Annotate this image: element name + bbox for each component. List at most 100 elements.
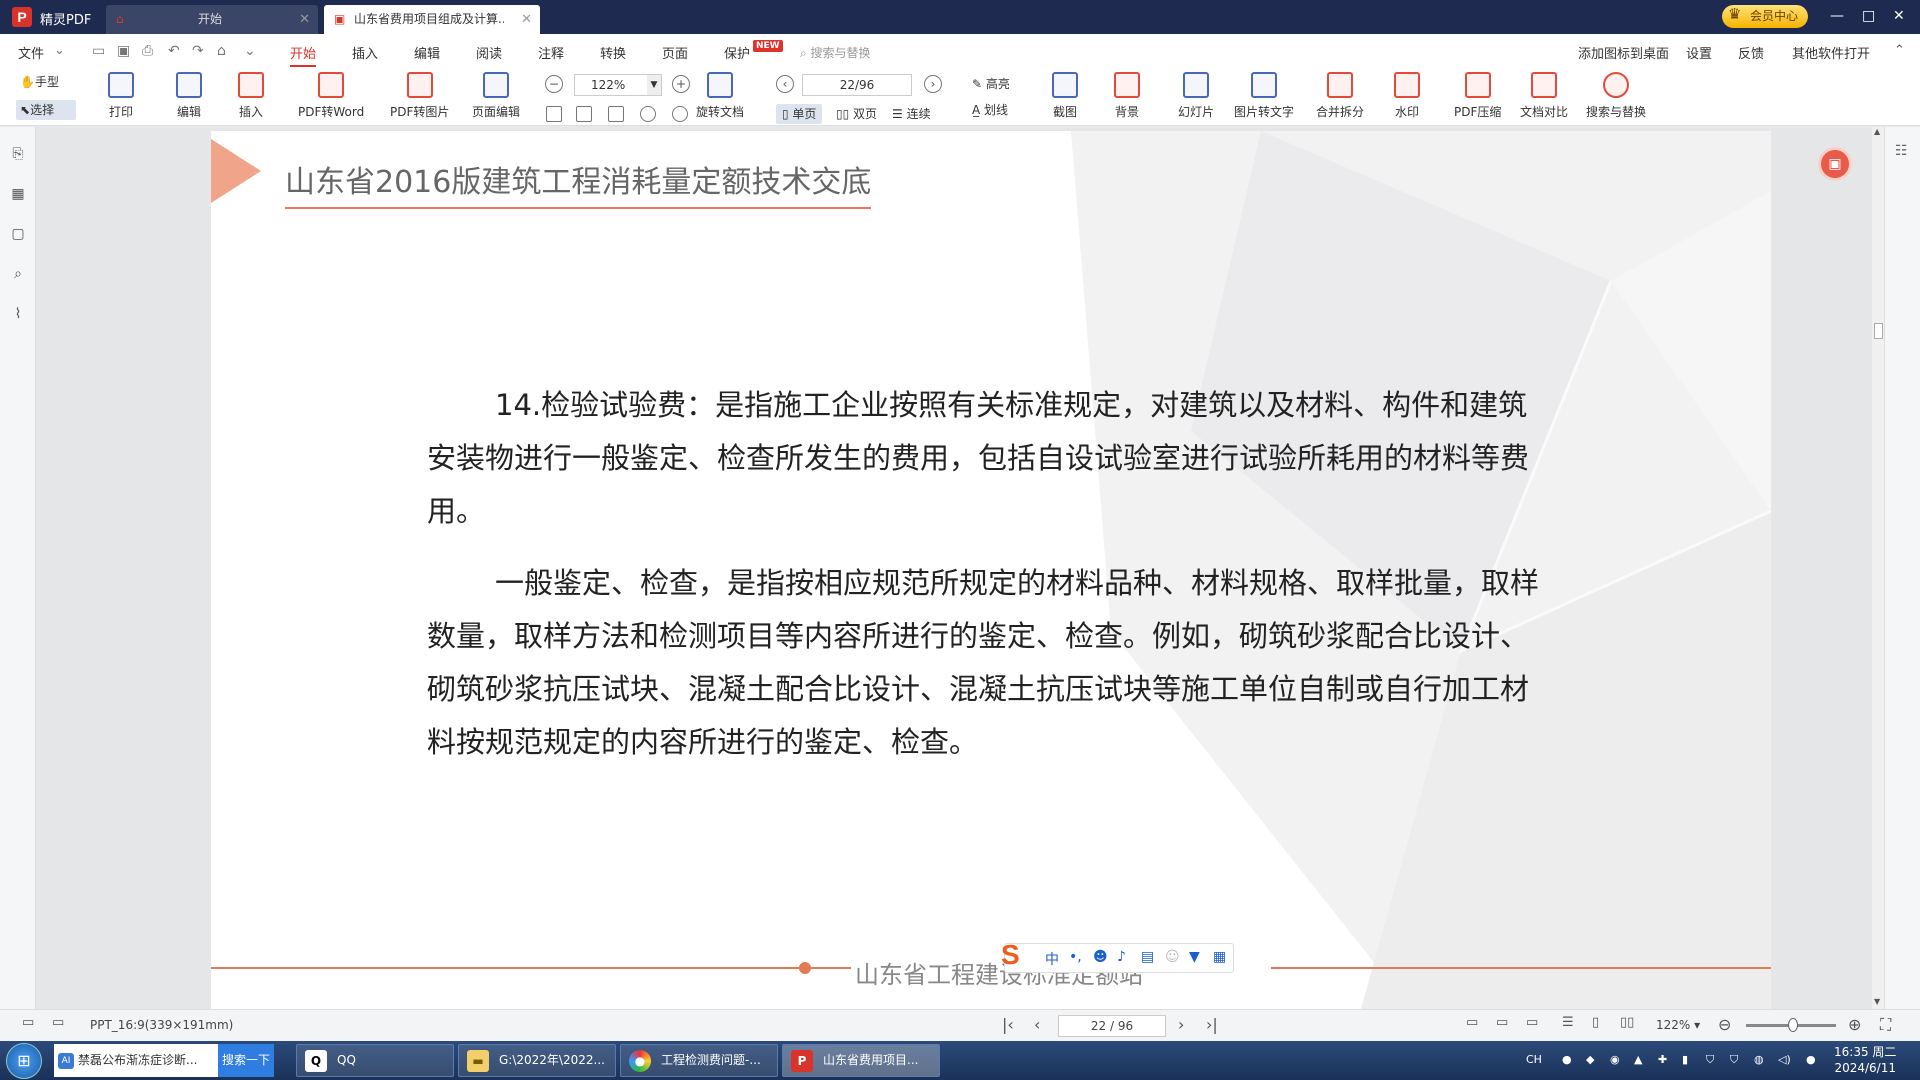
vertical-scrollbar[interactable]: ▲ ▼ [1872, 127, 1884, 1009]
insert-button[interactable]: 插入 [238, 72, 264, 120]
open-folder-icon[interactable]: ▭ [92, 43, 105, 59]
edit-button[interactable]: 编辑 [176, 72, 202, 120]
tray-app-icon[interactable]: ▲ [1634, 1053, 1642, 1066]
tray-app-icon[interactable]: ✚ [1658, 1053, 1667, 1066]
tray-app-icon[interactable]: ◉ [1610, 1053, 1620, 1066]
start-button[interactable]: ⊞ [6, 1043, 42, 1079]
page-edit-button[interactable]: 页面编辑 [472, 72, 520, 120]
continuous-button[interactable]: ☰ 连续 [892, 104, 931, 124]
taskbar-app-qq[interactable]: Q QQ [296, 1044, 454, 1077]
search-icon[interactable]: ⌕ [9, 265, 27, 283]
page-number-input[interactable]: 22/96 [802, 74, 912, 96]
next-page-icon[interactable]: › [924, 75, 942, 93]
underline-button[interactable]: A̲ 划线 [972, 100, 1008, 120]
fullscreen-icon[interactable]: ⛶ [1880, 1015, 1891, 1035]
settings-link[interactable]: 设置 [1686, 43, 1712, 62]
fit-width-icon[interactable] [576, 106, 592, 122]
fit-page-icon[interactable] [546, 106, 562, 122]
save-icon[interactable]: ▣ [117, 43, 130, 59]
menu-file[interactable]: 文件 [18, 43, 44, 62]
properties-icon[interactable]: ☷ [1895, 143, 1908, 159]
highlight-button[interactable]: ✎ 高亮 [972, 74, 1010, 94]
keyboard-icon[interactable]: ▤ [1141, 949, 1154, 965]
next-page-icon[interactable]: › [1178, 1015, 1184, 1034]
attachment-icon[interactable]: ⌇ [9, 305, 27, 323]
user-icon[interactable]: ☺ [1165, 949, 1180, 965]
merge-split-button[interactable]: 合并拆分 [1316, 72, 1364, 120]
hand-tool-button[interactable]: ✋手型 [16, 72, 76, 92]
print-button[interactable]: 打印 [108, 72, 134, 120]
security-shield-icon[interactable]: ⛉ [1706, 1053, 1714, 1067]
status-zoom[interactable]: 122% ▾ [1656, 1018, 1700, 1032]
minimize-icon[interactable]: — [1830, 8, 1844, 24]
pdf-compress-button[interactable]: PDF压缩 [1454, 72, 1501, 120]
menu-insert[interactable]: 插入 [352, 43, 378, 62]
menu-annotate[interactable]: 注释 [538, 43, 564, 62]
rotate-right-icon[interactable] [672, 106, 688, 122]
zoom-select[interactable]: 122% ▼ [574, 74, 662, 96]
prev-page-icon[interactable]: ‹ [1034, 1015, 1040, 1034]
zoom-in-icon[interactable]: + [672, 75, 690, 93]
rotate-left-icon[interactable] [640, 106, 656, 122]
image-to-text-button[interactable]: 图片转文字 [1234, 72, 1294, 120]
page-icon[interactable]: ▭ [52, 1015, 64, 1030]
maximize-icon[interactable]: □ [1862, 8, 1875, 24]
close-window-icon[interactable]: ✕ [1893, 8, 1905, 24]
screenshot-button[interactable]: 截图 [1052, 72, 1078, 120]
floating-pdf-tool-icon[interactable]: ▣ [1818, 147, 1852, 181]
chevron-down-icon[interactable]: ⌄ [244, 43, 256, 59]
watermark-button[interactable]: 水印 [1394, 72, 1420, 120]
collapse-ribbon-icon[interactable]: ⌃ [1894, 43, 1905, 58]
select-tool-button[interactable]: ⬉选择 [16, 100, 76, 120]
double-page-button[interactable]: ▯▯ 双页 [836, 104, 877, 124]
zoom-out-icon[interactable]: ⊖ [1718, 1015, 1731, 1034]
taskbar-app-pdf[interactable]: P 山东省费用项目... [782, 1044, 940, 1077]
actual-size-icon[interactable]: ▭ [1526, 1015, 1538, 1030]
toolbox-icon[interactable]: ▦ [1213, 949, 1226, 965]
input-language[interactable]: CH [1526, 1053, 1542, 1066]
close-icon[interactable]: ✕ [521, 5, 532, 34]
search-replace-field[interactable]: ⌕ 搜索与替换 [800, 44, 871, 61]
taskbar-app-browser[interactable]: ● 工程检测费问题-... [620, 1044, 778, 1077]
close-icon[interactable]: ✕ [299, 5, 310, 34]
thumbnails-icon[interactable]: ▦ [9, 185, 27, 203]
slideshow-button[interactable]: 幻灯片 [1178, 72, 1214, 120]
menu-read[interactable]: 阅读 [476, 43, 502, 62]
add-icon-to-desktop-link[interactable]: 添加图标到桌面 [1578, 43, 1669, 62]
punctuation-icon[interactable]: •, [1069, 949, 1082, 965]
skin-icon[interactable]: ▼ [1189, 949, 1200, 965]
bookmark-icon[interactable]: ⎘ [9, 145, 27, 163]
zoom-out-icon[interactable]: − [545, 75, 563, 93]
fit-page-icon[interactable]: ▭ [1466, 1015, 1478, 1030]
background-button[interactable]: 背景 [1114, 72, 1140, 120]
system-clock[interactable]: 16:35 周二 2024/6/11 [1834, 1044, 1896, 1076]
ime-mode[interactable]: 中 [1045, 949, 1059, 969]
rotate-document-button[interactable]: 旋转文档 [696, 72, 744, 120]
actual-size-icon[interactable] [608, 106, 624, 122]
first-page-icon[interactable]: |‹ [1002, 1015, 1014, 1034]
taskbar-app-explorer[interactable]: ▬ G:\2022年\2022... [458, 1044, 616, 1077]
search-replace-button[interactable]: 搜索与替换 [1586, 72, 1646, 120]
tray-app-icon[interactable]: ◆ [1586, 1053, 1594, 1066]
home-icon[interactable]: ⌂ [217, 43, 226, 59]
undo-icon[interactable]: ↶ [168, 43, 180, 59]
pdf-to-image-button[interactable]: PDF转图片 [390, 72, 449, 120]
vip-center-button[interactable]: ♛ 会员中心 [1722, 5, 1808, 28]
menu-start[interactable]: 开始 [290, 43, 317, 67]
emoji-icon[interactable]: ☻ [1093, 949, 1108, 965]
single-view-icon[interactable]: ▯ [1592, 1015, 1599, 1030]
feedback-link[interactable]: 反馈 [1738, 43, 1764, 62]
scroll-thumb[interactable] [1874, 323, 1883, 339]
zoom-slider-knob[interactable] [1788, 1018, 1798, 1032]
tray-status-icon[interactable]: ● [1806, 1053, 1816, 1066]
taskbar-search-button[interactable]: 搜索一下 [218, 1044, 274, 1077]
continuous-view-icon[interactable]: ☰ [1562, 1015, 1574, 1030]
pdf-to-word-button[interactable]: PDF转Word [298, 72, 364, 120]
compare-button[interactable]: 文档对比 [1520, 72, 1568, 120]
tab-document[interactable]: ▣ 山东省费用项目组成及计算... ✕ [324, 5, 540, 34]
page-icon[interactable]: ▭ [22, 1015, 34, 1030]
menu-edit[interactable]: 编辑 [414, 43, 440, 62]
menu-page[interactable]: 页面 [662, 43, 688, 62]
last-page-icon[interactable]: ›| [1206, 1015, 1218, 1034]
chevron-down-icon[interactable]: ⌄ [54, 43, 65, 58]
